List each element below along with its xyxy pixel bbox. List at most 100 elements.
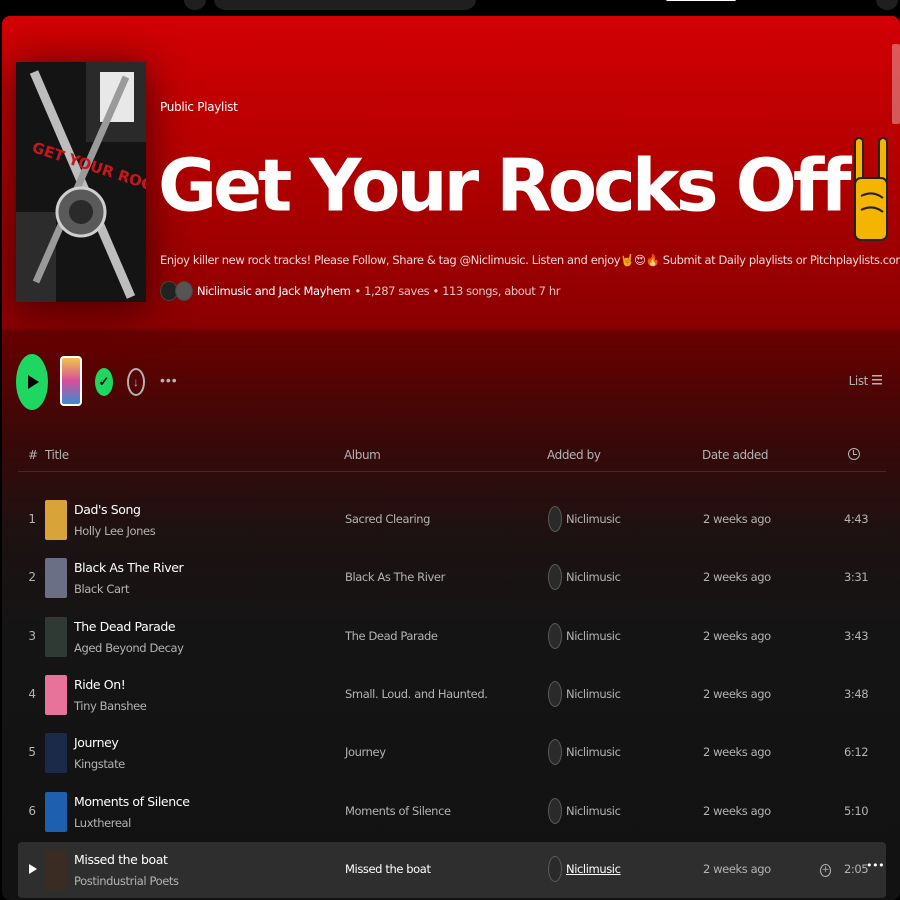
track-artist[interactable]: Kingstate (74, 757, 125, 771)
track-row[interactable]: 2 Black As The River Black Cart Black As Th… (18, 550, 886, 606)
track-art (45, 558, 67, 599)
track-added-by[interactable]: Niclimusic (566, 804, 621, 818)
playlist-description: Enjoy killer new rock tracks! Please Fol… (160, 253, 900, 267)
back-button[interactable] (184, 0, 206, 10)
user-menu-button[interactable] (876, 0, 898, 10)
view-mode-toggle[interactable]: List (849, 374, 882, 388)
track-duration: 5:10 (844, 803, 869, 818)
track-title[interactable]: Missed the boat (74, 852, 168, 867)
play-button[interactable] (16, 354, 48, 410)
track-added-by[interactable]: Niclimusic (566, 745, 621, 759)
download-icon[interactable]: ↓ (127, 368, 145, 396)
track-art (45, 849, 67, 890)
duration-clock-icon[interactable] (848, 448, 860, 460)
track-art (45, 674, 67, 715)
track-art (45, 791, 67, 832)
track-album[interactable]: Small. Loud. and Haunted. (345, 687, 488, 701)
list-icon (872, 375, 882, 387)
adder-avatar (548, 564, 562, 591)
more-options-icon[interactable]: ••• (160, 372, 178, 388)
header-added-by[interactable]: Added by (547, 448, 601, 462)
track-artist[interactable]: Luxthereal (74, 816, 131, 830)
track-duration: 4:43 (844, 512, 869, 526)
track-title[interactable]: The Dead Parade (74, 619, 176, 634)
row-play-icon[interactable] (29, 863, 37, 874)
track-date-added: 2 weeks ago (703, 512, 771, 526)
playlist-title: Get Your Rocks Off (158, 143, 851, 228)
adder-avatar (548, 797, 562, 824)
header-title[interactable]: Title (45, 448, 69, 462)
view-mode-label: List (848, 374, 869, 388)
track-album[interactable]: Journey (345, 745, 386, 759)
search-bar[interactable] (214, 0, 476, 10)
adder-avatar (548, 855, 562, 882)
track-row[interactable]: 3 The Dead Parade Aged Beyond Decay The Dea… (18, 609, 886, 665)
tracklist-header: # Title Album Added by Date added (18, 440, 886, 472)
adder-avatar (548, 680, 562, 707)
track-number: 5 (28, 745, 36, 760)
playlist-meta: Niclimusic and Jack Mayhem • 1,287 saves… (160, 281, 560, 301)
track-date-added: 2 weeks ago (703, 628, 771, 643)
rock-on-hand-icon (851, 136, 891, 246)
saved-check-icon[interactable]: ✓ (95, 368, 113, 396)
track-title[interactable]: Ride On! (74, 677, 126, 692)
track-row[interactable]: Missed the boat Postindustrial Poets Misse… (18, 841, 886, 898)
track-duration: 2:05 (844, 861, 869, 876)
track-duration: 6:12 (844, 745, 869, 760)
track-row[interactable]: 1 Dad's Song Holly Lee Jones Sacred Clearin… (18, 492, 886, 548)
adder-avatar (548, 739, 562, 766)
track-art (45, 616, 67, 657)
track-date-added: 2 weeks ago (703, 861, 771, 876)
track-artist[interactable]: Aged Beyond Decay (74, 641, 184, 655)
cover-art: GET YOUR ROCKS OFF (16, 62, 146, 302)
add-to-playlist-icon[interactable]: + (820, 863, 831, 877)
track-date-added: 2 weeks ago (703, 745, 771, 760)
track-added-by[interactable]: Niclimusic (566, 687, 621, 701)
playlist-stats: • 1,287 saves • 113 songs, about 7 hr (354, 284, 561, 298)
playlist-owners[interactable]: Niclimusic and Jack Mayhem (197, 284, 351, 298)
track-number: 2 (28, 570, 36, 585)
page-title: Get Your Rocks Off (158, 136, 891, 246)
track-album[interactable]: Black As The River (345, 570, 445, 584)
adder-avatar (548, 622, 562, 649)
track-artist[interactable]: Black Cart (74, 582, 129, 596)
track-row[interactable]: 4 Ride On! Tiny Banshee Small. Loud. and Ha… (18, 667, 886, 723)
track-number: 4 (28, 686, 36, 701)
track-added-by[interactable]: Niclimusic (566, 512, 621, 526)
header-album[interactable]: Album (344, 448, 381, 462)
track-number: 3 (28, 628, 36, 643)
track-added-by[interactable]: Niclimusic (566, 862, 621, 876)
track-added-by[interactable]: Niclimusic (566, 570, 621, 584)
collaborator-avatar[interactable] (175, 281, 193, 301)
track-artist[interactable]: Holly Lee Jones (74, 524, 156, 538)
track-duration: 3:31 (844, 570, 869, 585)
track-art (45, 500, 67, 540)
track-number: 6 (28, 803, 36, 818)
track-title[interactable]: Dad's Song (74, 502, 141, 517)
track-title[interactable]: Journey (74, 735, 119, 750)
track-artist[interactable]: Postindustrial Poets (74, 874, 179, 888)
track-art (45, 733, 67, 774)
header-number: # (28, 448, 38, 462)
adder-avatar (548, 506, 562, 532)
track-row[interactable]: 5 Journey Kingstate Journey Niclimusic 2 week… (18, 725, 886, 781)
row-more-icon[interactable]: ••• (866, 859, 885, 872)
header-date-added[interactable]: Date added (702, 448, 768, 462)
track-album[interactable]: Moments of Silence (345, 804, 451, 818)
preview-cover-thumbnail[interactable] (60, 356, 82, 406)
track-number: 1 (28, 512, 36, 526)
track-album[interactable]: The Dead Parade (345, 629, 438, 643)
track-album[interactable]: Missed the boat (345, 862, 431, 876)
top-bar-indicator (666, 0, 736, 1)
window-top-bar (0, 0, 900, 16)
track-album[interactable]: Sacred Clearing (345, 512, 430, 526)
track-title[interactable]: Black As The River (74, 560, 184, 575)
scrollbar[interactable] (892, 44, 900, 124)
track-duration: 3:48 (844, 686, 869, 701)
track-row[interactable]: 6 Moments of Silence Luxthereal Moments of … (18, 784, 886, 840)
track-title[interactable]: Moments of Silence (74, 794, 190, 809)
track-date-added: 2 weeks ago (703, 570, 771, 585)
track-artist[interactable]: Tiny Banshee (74, 699, 147, 713)
playlist-cover[interactable]: GET YOUR ROCKS OFF (16, 62, 146, 302)
track-added-by[interactable]: Niclimusic (566, 629, 621, 643)
